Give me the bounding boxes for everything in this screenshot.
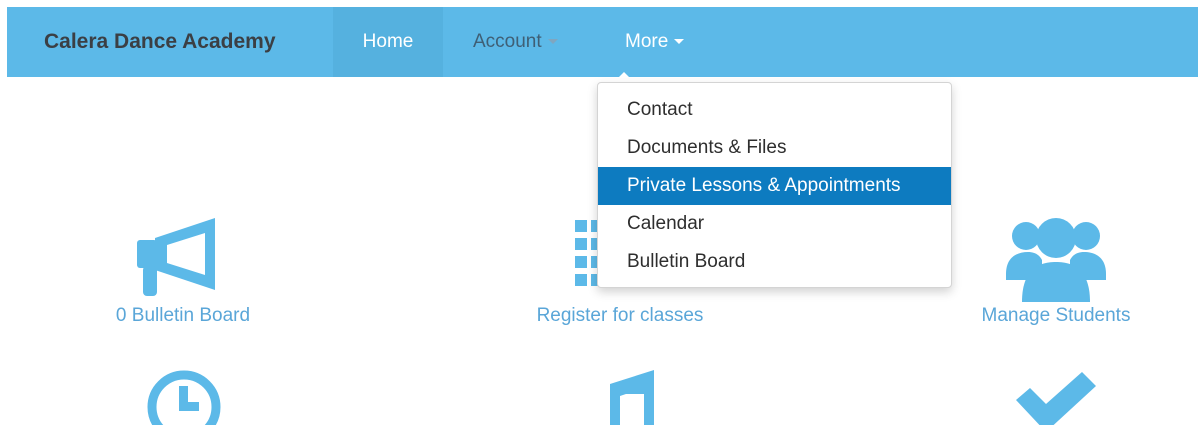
dropdown-arrow bbox=[614, 72, 634, 82]
caret-down-icon bbox=[674, 39, 685, 45]
nav-more-label: More bbox=[625, 31, 669, 52]
menu-item-calendar[interactable]: Calendar bbox=[598, 205, 951, 243]
checkmark-icon[interactable] bbox=[1016, 372, 1096, 425]
menu-item-private-lessons[interactable]: Private Lessons & Appointments bbox=[598, 167, 951, 205]
megaphone-icon[interactable] bbox=[137, 218, 227, 298]
tile-label-register-classes[interactable]: Register for classes bbox=[510, 302, 730, 330]
users-icon[interactable] bbox=[1006, 210, 1106, 302]
nav-more[interactable]: More bbox=[625, 7, 685, 77]
menu-item-contact[interactable]: Contact bbox=[598, 91, 951, 129]
nav-home[interactable]: Home bbox=[333, 7, 443, 77]
more-dropdown-menu: Contact Documents & Files Private Lesson… bbox=[597, 82, 952, 288]
nav-account-label: Account bbox=[473, 31, 542, 52]
menu-item-documents-files[interactable]: Documents & Files bbox=[598, 129, 951, 167]
nav-account[interactable]: Account bbox=[473, 7, 558, 77]
caret-down-icon bbox=[547, 39, 558, 45]
tile-label-manage-students[interactable]: Manage Students bbox=[956, 302, 1156, 330]
tile-label-bulletin-board[interactable]: 0 Bulletin Board bbox=[83, 302, 283, 330]
clock-icon[interactable] bbox=[145, 368, 223, 425]
brand-title[interactable]: Calera Dance Academy bbox=[44, 7, 276, 77]
music-note-icon[interactable] bbox=[606, 362, 662, 425]
top-navbar: Calera Dance Academy Home Account More bbox=[7, 7, 1198, 77]
menu-item-bulletin-board[interactable]: Bulletin Board bbox=[598, 243, 951, 281]
